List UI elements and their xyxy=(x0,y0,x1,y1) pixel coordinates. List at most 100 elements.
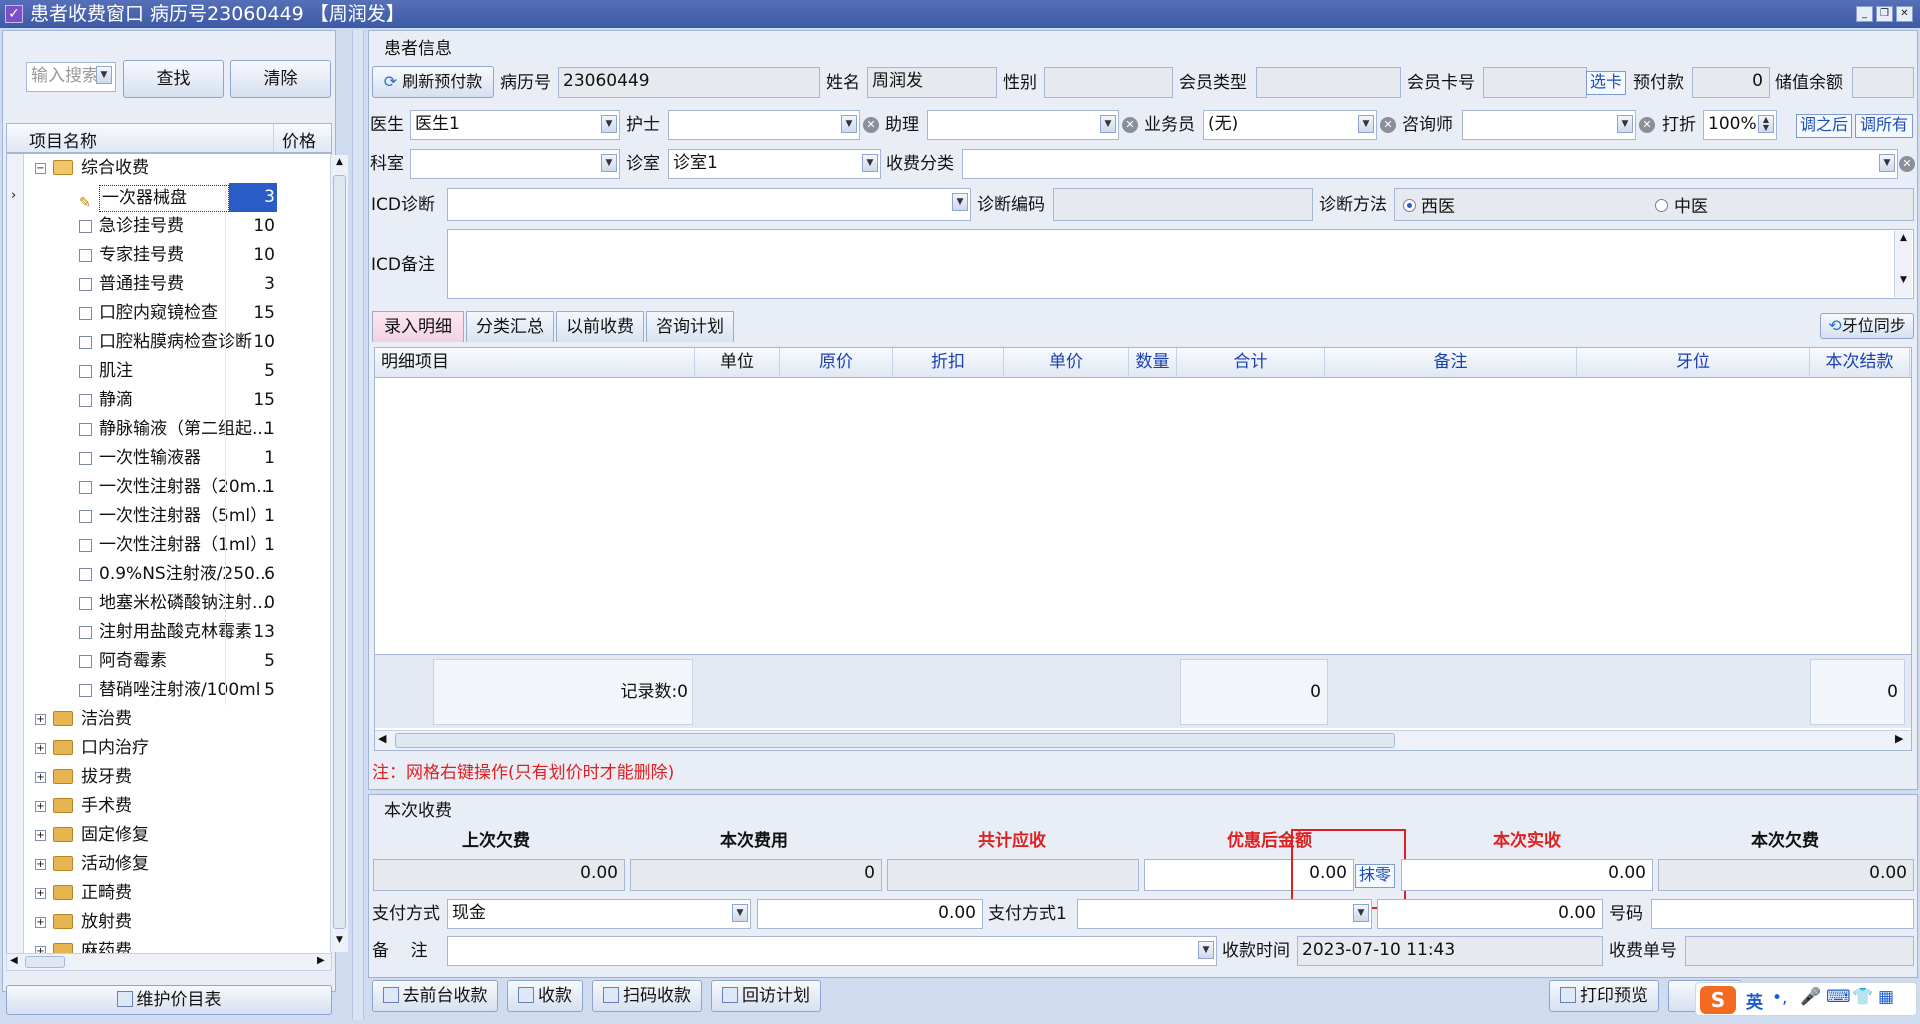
col-header[interactable]: 明细项目 xyxy=(375,348,695,376)
tree-item[interactable]: 肌注 5 xyxy=(13,357,281,386)
minimize-icon[interactable]: _ xyxy=(1856,6,1873,22)
nurse-select[interactable]: ▼ xyxy=(668,110,860,140)
method1-amount-field[interactable]: 0.00 xyxy=(1377,899,1603,929)
keyboard-icon[interactable]: ⌨ xyxy=(1826,987,1851,1007)
close-icon[interactable]: ✕ xyxy=(1896,6,1913,22)
chevron-down-icon[interactable]: ▼ xyxy=(1100,115,1116,133)
front-desk-button[interactable]: 去前台收款 xyxy=(372,980,498,1012)
checkbox[interactable] xyxy=(79,568,92,581)
find-button[interactable]: 查找 xyxy=(123,60,224,98)
tree-item[interactable]: 地塞米松磷酸钠注射... 0 xyxy=(13,589,281,618)
print-preview-button[interactable]: 打印预览 xyxy=(1549,980,1659,1012)
col-header[interactable]: 折扣 xyxy=(893,348,1004,376)
expand-icon[interactable]: + xyxy=(35,830,46,841)
discount-field[interactable]: 100% ▲ ▼ xyxy=(1703,110,1777,140)
tree-item[interactable]: 阿奇霉素 5 xyxy=(13,647,281,676)
maintain-price-button[interactable]: 维护价目表 xyxy=(6,985,332,1015)
note-scrollbar[interactable]: ▲ ▼ xyxy=(1894,231,1912,297)
method1-select[interactable]: ▼ xyxy=(1077,899,1372,929)
checkbox[interactable] xyxy=(79,394,92,407)
scroll-up-icon[interactable]: ▲ xyxy=(333,157,346,171)
chinese-radio[interactable] xyxy=(1655,199,1668,212)
followup-plan-button[interactable]: 回访计划 xyxy=(711,980,821,1012)
tree-item[interactable]: 一次性注射器（20m... 1 xyxy=(13,473,281,502)
expand-icon[interactable]: + xyxy=(35,917,46,928)
category-select[interactable]: ▼ xyxy=(962,149,1898,179)
chevron-down-icon[interactable]: ▼ xyxy=(601,154,617,172)
tree-item[interactable]: 一次性注射器（1ml） 1 xyxy=(13,531,281,560)
checkbox[interactable] xyxy=(79,423,92,436)
checkbox[interactable] xyxy=(79,539,92,552)
checkbox[interactable] xyxy=(79,452,92,465)
col-header[interactable]: 牙位 xyxy=(1577,348,1810,376)
tree-item[interactable]: ✎ 一次器械盘 3 xyxy=(13,183,281,212)
collect-button[interactable]: 收款 xyxy=(507,980,583,1012)
col-header[interactable]: 数量 xyxy=(1129,348,1177,376)
skin-icon[interactable]: 👕 xyxy=(1852,987,1873,1007)
checkbox[interactable] xyxy=(79,365,92,378)
ime-lang[interactable]: 英 xyxy=(1746,988,1763,1013)
icd-select[interactable]: ▼ xyxy=(447,188,971,221)
icd-note-textarea[interactable]: ▲ ▼ xyxy=(447,229,1914,299)
tree-group[interactable]: + 固定修复 xyxy=(13,821,281,850)
tree-item[interactable]: 注射用盐酸克林霉素 13 xyxy=(13,618,281,647)
spinner-icon[interactable]: ▲ ▼ xyxy=(1758,115,1774,133)
chevron-down-icon[interactable]: ▼ xyxy=(1353,904,1369,922)
tree-scroll-thumb[interactable] xyxy=(333,175,346,929)
chevron-down-icon[interactable]: ▼ xyxy=(601,115,617,133)
scroll-down-icon[interactable]: ▼ xyxy=(333,935,346,949)
tab-2[interactable]: 以前收费 xyxy=(556,311,644,342)
checkbox[interactable] xyxy=(79,684,92,697)
clear-sales-icon[interactable]: ✕ xyxy=(1380,117,1396,133)
assistant-select[interactable]: ▼ xyxy=(927,110,1119,140)
clear-category-icon[interactable]: ✕ xyxy=(1899,156,1915,172)
clear-consultant-icon[interactable]: ✕ xyxy=(1639,117,1655,133)
expand-icon[interactable]: + xyxy=(35,743,46,754)
checkbox[interactable] xyxy=(79,597,92,610)
clear-nurse-icon[interactable]: ✕ xyxy=(863,117,879,133)
tree-item[interactable]: 0.9%NS注射液/250... 6 xyxy=(13,560,281,589)
checkbox[interactable] xyxy=(79,249,92,262)
remark-select[interactable]: ▼ xyxy=(447,936,1217,966)
microphone-icon[interactable]: 🎤 xyxy=(1800,987,1821,1007)
actual-field[interactable]: 0.00 xyxy=(1401,859,1653,891)
number-field[interactable] xyxy=(1651,899,1914,929)
adjust-after-button[interactable]: 调之后 xyxy=(1796,114,1852,138)
tree-item[interactable]: 一次性注射器（5ml） 1 xyxy=(13,502,281,531)
toolbox-icon[interactable]: ▦ xyxy=(1878,987,1894,1007)
tree-group[interactable]: + 放射费 xyxy=(13,908,281,937)
tree-item[interactable]: 一次性输液器 1 xyxy=(13,444,281,473)
grid-hscrollbar[interactable]: ◀ ▶ xyxy=(375,730,1911,750)
tree-item[interactable]: 普通挂号费 3 xyxy=(13,270,281,299)
tree-group[interactable]: + 洁治费 xyxy=(13,705,281,734)
grid-scroll-thumb[interactable] xyxy=(395,733,1395,748)
western-radio[interactable] xyxy=(1403,199,1416,212)
doctor-select[interactable]: 医生1 ▼ xyxy=(410,110,620,140)
col-header[interactable]: 单位 xyxy=(695,348,780,376)
checkbox[interactable] xyxy=(79,278,92,291)
col-header[interactable]: 合计 xyxy=(1177,348,1325,376)
expand-icon[interactable]: + xyxy=(35,714,46,725)
expand-icon[interactable]: + xyxy=(35,801,46,812)
room-select[interactable]: 诊室1 ▼ xyxy=(668,149,881,179)
col-header[interactable]: 单价 xyxy=(1004,348,1129,376)
dept-select[interactable]: ▼ xyxy=(410,149,620,179)
method-select[interactable]: 现金 ▼ xyxy=(447,899,751,929)
choose-card-button[interactable]: 选卡 xyxy=(1586,71,1626,95)
tree-group[interactable]: + 手术费 xyxy=(13,792,281,821)
scroll-left-icon[interactable]: ◀ xyxy=(10,955,18,966)
tooth-sync-button[interactable]: ⟲牙位同步 xyxy=(1820,313,1914,339)
tree-item[interactable]: 急诊挂号费 10 xyxy=(13,212,281,241)
scan-collect-button[interactable]: 扫码收款 xyxy=(592,980,702,1012)
col-header[interactable]: 备注 xyxy=(1325,348,1577,376)
sogou-logo-icon[interactable]: S xyxy=(1700,986,1736,1014)
chevron-down-icon[interactable]: ▼ xyxy=(732,904,748,922)
chevron-down-icon[interactable]: ▼ xyxy=(952,193,968,211)
punctuation-icon[interactable]: •, xyxy=(1772,988,1787,1008)
tree-group[interactable]: + 活动修复 xyxy=(13,850,281,879)
scroll-right-icon[interactable]: ▶ xyxy=(317,955,325,966)
clear-assistant-icon[interactable]: ✕ xyxy=(1122,117,1138,133)
expand-icon[interactable]: + xyxy=(35,859,46,870)
tab-1[interactable]: 分类汇总 xyxy=(466,311,554,342)
expand-icon[interactable]: + xyxy=(35,772,46,783)
